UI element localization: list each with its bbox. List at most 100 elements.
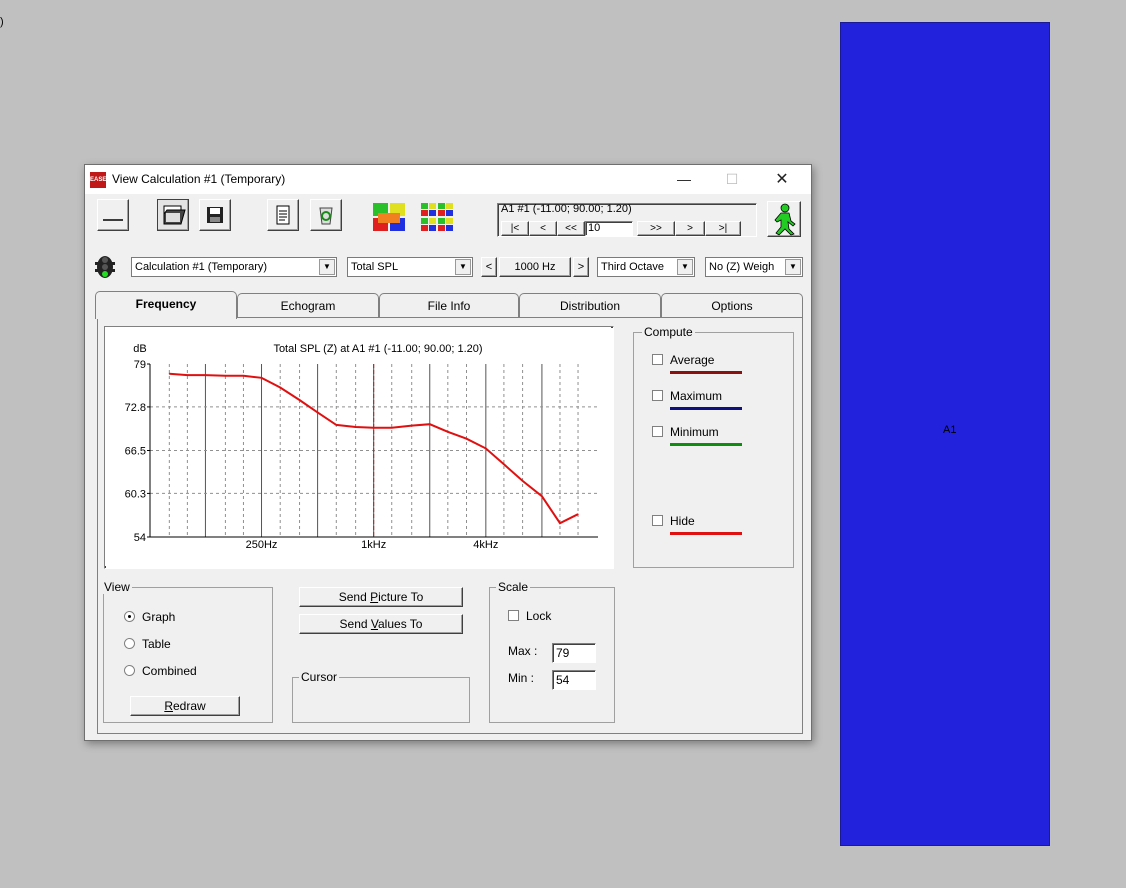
frequency-chart[interactable]: 79 72.8 66.5 60.3 54 250Hz 1kHz 4kHz dB Total SPL… — [104, 326, 614, 569]
scale-group-title: Scale — [496, 580, 531, 594]
nav-prev-fast-button[interactable]: << — [557, 221, 585, 236]
spl-data-point — [335, 424, 337, 426]
minimum-line-swatch — [670, 443, 742, 446]
max-label: Max : — [508, 644, 538, 658]
hide-checkbox[interactable] — [652, 515, 663, 526]
open-button[interactable] — [157, 199, 189, 231]
graph-radio[interactable] — [124, 611, 135, 622]
notes-button[interactable] — [267, 199, 299, 231]
spl-data-point — [260, 377, 263, 379]
spl-data-point — [541, 495, 543, 497]
chevron-down-icon[interactable]: ▼ — [455, 259, 471, 275]
title-bar[interactable]: EASE View Calculation #1 (Temporary) — ☐… — [85, 165, 811, 194]
spl-data-point — [204, 374, 207, 376]
recycle-button[interactable] — [310, 199, 342, 231]
y-tick-label: 66.5 — [125, 446, 146, 458]
mapping-view-button[interactable] — [371, 201, 407, 233]
nav-step-input[interactable]: 10 — [585, 221, 633, 236]
send-picture-button[interactable]: Send Picture To — [299, 587, 463, 607]
nav-last-button[interactable]: >| — [705, 221, 741, 236]
chevron-down-icon[interactable]: ▼ — [785, 259, 801, 275]
spl-data-point — [503, 463, 505, 465]
mapping-icon — [373, 203, 405, 231]
tab-echogram[interactable]: Echogram — [237, 293, 379, 317]
tab-distribution[interactable]: Distribution — [519, 293, 661, 317]
spl-data-point — [168, 373, 170, 375]
graph-radio-label[interactable]: Graph — [142, 610, 175, 624]
nav-first-button[interactable]: |< — [501, 221, 529, 236]
send-values-button[interactable]: Send Values To — [299, 614, 463, 634]
weighting-select[interactable]: No (Z) Weigh ▼ — [705, 257, 803, 277]
tab-options[interactable]: Options — [661, 293, 803, 317]
chart-title: Total SPL (Z) at A1 #1 (-11.00; 90.00; 1… — [273, 343, 482, 355]
table-radio[interactable] — [124, 638, 135, 649]
average-label[interactable]: Average — [670, 353, 714, 367]
compute-group: Compute Average Maximum Minimum Hide — [633, 325, 794, 568]
line-style-button[interactable] — [97, 199, 129, 231]
spl-data-point — [521, 480, 524, 482]
lock-checkbox[interactable] — [508, 610, 519, 621]
combined-radio[interactable] — [124, 665, 135, 676]
maximize-button[interactable]: ☐ — [709, 165, 755, 194]
spl-data-point — [279, 386, 281, 389]
spl-data-point — [559, 522, 561, 524]
lock-label[interactable]: Lock — [526, 609, 551, 623]
redraw-button[interactable]: Redraw — [130, 696, 240, 716]
frequency-next-button[interactable]: > — [573, 257, 589, 277]
min-input[interactable]: 54 — [552, 670, 596, 690]
chart-background — [105, 327, 611, 566]
window-title: View Calculation #1 (Temporary) — [112, 172, 286, 186]
frequency-chart-svg: 79 72.8 66.5 60.3 54 250Hz 1kHz 4kHz dB Total SPL… — [105, 327, 611, 566]
hide-line-swatch — [670, 532, 742, 535]
x-tick-label: 1kHz — [361, 539, 386, 551]
weighting-select-value: No (Z) Weigh — [709, 261, 775, 273]
corner-text: ) — [0, 16, 4, 28]
average-checkbox[interactable] — [652, 354, 663, 365]
spl-data-point — [242, 375, 245, 377]
nav-next-fast-button[interactable]: >> — [637, 221, 675, 236]
spl-data-point — [316, 411, 319, 414]
view-group: View Graph Table Combined Redraw — [102, 580, 273, 723]
cursor-group-title: Cursor — [299, 670, 340, 684]
spl-data-point — [298, 399, 301, 401]
spl-data-point — [186, 374, 188, 376]
table-radio-label[interactable]: Table — [142, 637, 171, 651]
x-tick-label: 250Hz — [246, 539, 278, 551]
chevron-down-icon[interactable]: ▼ — [677, 259, 693, 275]
position-readout: A1 #1 (-11.00; 90.00; 1.20) — [501, 203, 632, 215]
maximum-checkbox[interactable] — [652, 390, 663, 401]
close-button[interactable]: ✕ — [759, 165, 805, 194]
frequency-prev-button[interactable]: < — [481, 257, 497, 277]
chevron-down-icon[interactable]: ▼ — [319, 259, 335, 275]
quantity-select[interactable]: Total SPL ▼ — [347, 257, 473, 277]
nav-next-button[interactable]: > — [675, 221, 705, 236]
multi-mapping-button[interactable] — [419, 201, 455, 233]
spl-data-point — [224, 375, 227, 377]
tab-file-info[interactable]: File Info — [379, 293, 519, 317]
save-button[interactable] — [199, 199, 231, 231]
minimize-button[interactable]: — — [661, 165, 707, 194]
traffic-light-icon — [95, 255, 115, 279]
walker-button[interactable] — [767, 201, 801, 237]
line-icon — [103, 219, 123, 221]
combined-radio-label[interactable]: Combined — [142, 664, 197, 678]
view-group-title: View — [102, 580, 132, 594]
tab-frequency[interactable]: Frequency — [95, 291, 237, 319]
scale-group: Scale Lock Max : 79 Min : 54 — [489, 580, 615, 723]
spl-data-point — [577, 513, 579, 515]
spl-data-point — [485, 447, 487, 450]
bandwidth-select[interactable]: Third Octave ▼ — [597, 257, 695, 277]
minimum-label[interactable]: Minimum — [670, 425, 719, 439]
maximum-line-swatch — [670, 407, 742, 410]
x-tick-label: 4kHz — [473, 539, 498, 551]
y-tick-label: 79 — [134, 359, 146, 371]
max-input[interactable]: 79 — [552, 643, 596, 663]
hide-label[interactable]: Hide — [670, 514, 695, 528]
walking-man-icon — [774, 203, 796, 236]
minimum-checkbox[interactable] — [652, 426, 663, 437]
calculation-select[interactable]: Calculation #1 (Temporary) ▼ — [131, 257, 337, 277]
nav-prev-button[interactable]: < — [529, 221, 557, 236]
open-folder-icon — [163, 205, 186, 225]
frequency-display: 1000 Hz — [499, 257, 571, 277]
maximum-label[interactable]: Maximum — [670, 389, 722, 403]
